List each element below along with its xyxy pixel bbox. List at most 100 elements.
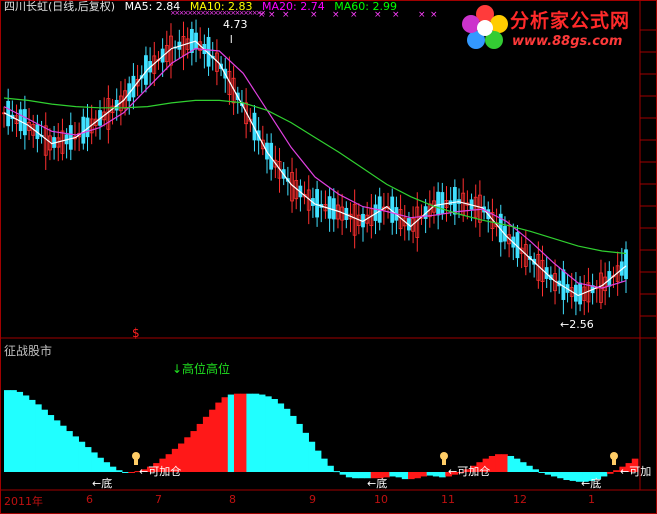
indicator-bar (227, 394, 235, 472)
bottom-label-right: ←底 (581, 477, 602, 490)
indicator-bar (513, 458, 521, 472)
indicator-bar (544, 472, 552, 475)
indicator-bar (352, 472, 359, 479)
indicator-bar (495, 454, 502, 472)
add-position-label-right: ←可加 (620, 465, 652, 478)
x-tick-3: 8 (229, 493, 236, 506)
candle-body (436, 191, 441, 216)
logo-url: www.88gs.com (512, 34, 623, 49)
indicator-bar (563, 472, 571, 481)
indicator-bar (606, 472, 614, 474)
indicator-bar (345, 472, 353, 478)
ma60-value: MA60: 2.99 (334, 0, 397, 13)
indicator-bar (215, 402, 222, 472)
x-tick-1: 6 (86, 493, 93, 506)
indicator-bar (10, 390, 17, 472)
series-line-ma5 (3, 40, 627, 297)
indicator-bar (47, 415, 55, 472)
indicator-bar (507, 455, 515, 472)
indicator-bar (532, 469, 539, 472)
indicator-bar (202, 416, 210, 472)
candle-body (22, 109, 27, 136)
indicator-bar (526, 465, 533, 472)
add-position-label-mid: ←可加仓 (448, 465, 491, 478)
indicator-bar (184, 437, 191, 472)
high-price-label: 4.73 (223, 18, 248, 31)
indicator-bar (439, 472, 446, 478)
indicator-bar (35, 404, 42, 472)
candle-body (189, 28, 194, 53)
ma10-value: MA10: 2.83 (189, 0, 253, 13)
series-line-ma20 (3, 47, 627, 289)
stock-title: 四川长虹(日线,后复权) (4, 0, 116, 13)
indicator-bar (28, 399, 36, 472)
indicator-bar (84, 447, 92, 472)
x-marker: × (430, 10, 438, 20)
indicator-bar (501, 454, 508, 472)
indicator-bar (613, 470, 620, 472)
high-position-label: ↓高位高位 (172, 362, 231, 376)
s-marker: $ (132, 326, 140, 340)
indicator-bar (196, 423, 204, 472)
indicator-bar (221, 397, 229, 472)
indicator-bar (103, 462, 111, 472)
indicator-bar (389, 472, 396, 477)
x-tick-4: 9 (309, 493, 316, 506)
chart-header: 四川长虹(日线,后复权) MA5: 2.84 MA10: 2.83 MA20: … (4, 0, 403, 14)
indicator-bar (289, 415, 297, 472)
x-tick-6: 11 (441, 493, 455, 506)
add-position-label-left: ←可加仓 (139, 465, 182, 478)
indicator-bar (408, 472, 415, 480)
indicator-bar (97, 457, 104, 472)
indicator-bar (302, 432, 309, 472)
candle-body (331, 198, 336, 220)
bottom-label-left: ←底 (92, 477, 113, 490)
indicator-bar (538, 472, 546, 473)
indicator-bar (233, 393, 241, 472)
stock-chart-window: × × × × × × × × × × × × × × × × × × × × × × × × × × × × × × × × 四川长虹(日线… (0, 0, 657, 514)
outer-frame (0, 0, 657, 514)
indicator-bar (246, 393, 254, 472)
indicator-bar (557, 472, 564, 479)
bottom-label-mid: ←底 (367, 477, 388, 490)
indicator-bar (401, 472, 409, 480)
indicator-bar (66, 431, 73, 472)
chart-canvas: × × × × × × × × × ××××××××××××××××××××××× (0, 0, 657, 514)
indicator-bar (78, 441, 86, 472)
candle-body (327, 196, 332, 219)
indicator-bar (426, 472, 434, 476)
indicator-bar (550, 472, 558, 477)
indicator-bar (308, 441, 316, 472)
indicator-bar (271, 399, 278, 472)
indicator-bar (91, 452, 98, 472)
x-marker: × (418, 10, 426, 20)
indicator-bar (252, 393, 260, 472)
indicator-bar (314, 450, 322, 472)
indicator-bar (258, 394, 266, 472)
indicator-bar (22, 395, 30, 472)
indicator-bar (16, 391, 24, 472)
candle-body (6, 100, 11, 127)
indicator-bar (190, 431, 198, 472)
candle-body (452, 187, 457, 215)
indicator-bar (519, 462, 527, 472)
indicator-bar (265, 396, 272, 472)
candle-body (68, 125, 73, 150)
flower-logo-icon (462, 5, 508, 49)
candle-body (578, 282, 582, 305)
candle-body (440, 192, 445, 214)
indicator-bar (333, 471, 341, 473)
figure-icon (440, 452, 448, 460)
indicator-bar (240, 393, 247, 472)
indicator-bar (296, 423, 303, 472)
indicator-bar (4, 390, 11, 472)
candle-body (624, 249, 628, 280)
indicator-bar (109, 466, 117, 472)
indicator-bar (432, 472, 440, 477)
indicator-bar (128, 472, 135, 473)
figure-icon (612, 459, 616, 465)
ma20-value: MA20: 2.74 (262, 0, 325, 13)
indicator-bar (420, 472, 428, 477)
indicator-bar (327, 465, 334, 472)
x-tick-0: 2011年 (4, 495, 43, 508)
